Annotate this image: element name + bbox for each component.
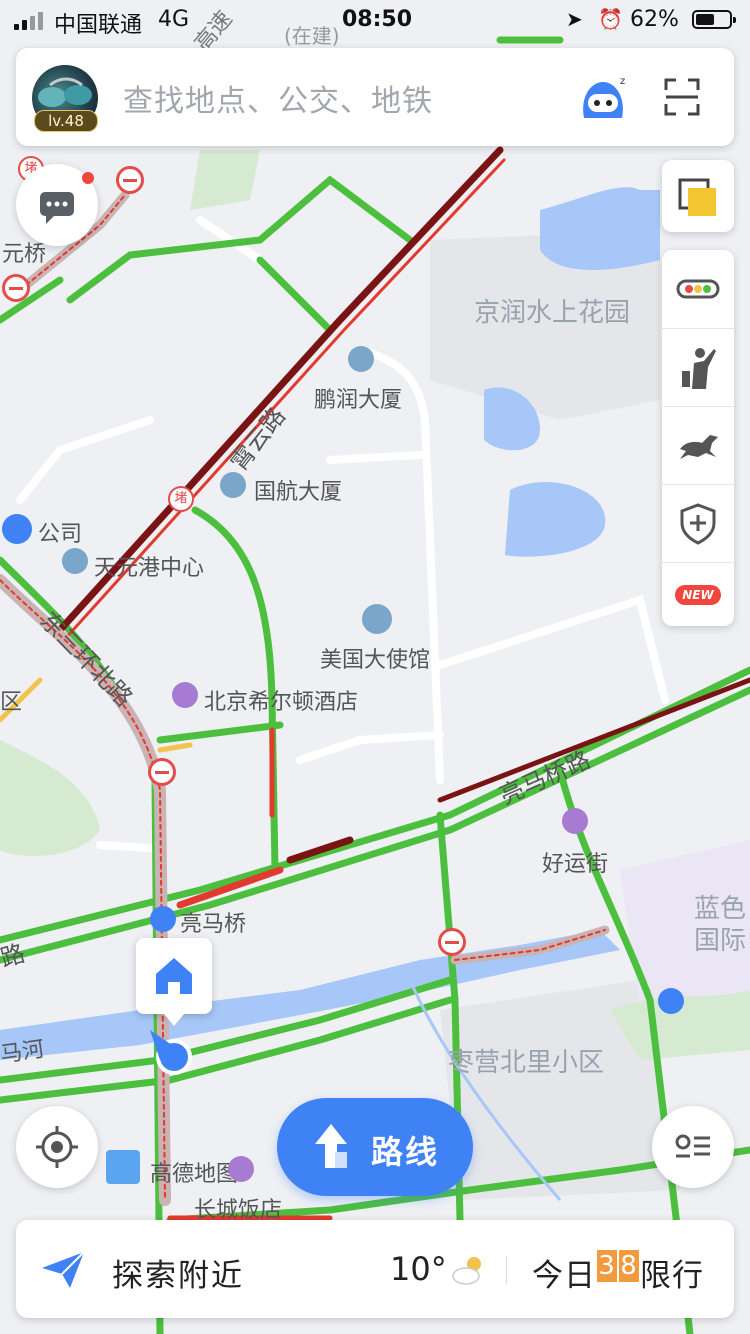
- battery-percent: 62%: [630, 7, 679, 32]
- amap-logo-icon[interactable]: [106, 1150, 140, 1184]
- network-type: 4G: [158, 7, 190, 32]
- locate-button[interactable]: [16, 1106, 98, 1188]
- search-input[interactable]: 查找地点、公交、地铁: [123, 76, 433, 120]
- partly-cloudy-icon: [452, 1257, 481, 1285]
- status-bar: 中国联通 4G 08:50 ➤ ⏰ 62%: [0, 0, 750, 40]
- poi-label[interactable]: 美国大使馆: [320, 642, 430, 674]
- temperature[interactable]: 10°: [390, 1250, 447, 1288]
- restriction-prefix: 今日: [532, 1258, 596, 1294]
- road-closed-icon[interactable]: [438, 928, 466, 956]
- restriction-suffix: 限行: [640, 1258, 704, 1294]
- battery-icon: [692, 10, 736, 29]
- river-label: 马河: [0, 1037, 46, 1068]
- search-bar[interactable]: lv.48 查找地点、公交、地铁 z: [16, 48, 734, 146]
- hail-taxi-icon: [682, 348, 716, 389]
- robot-assistant-icon[interactable]: z: [576, 74, 630, 122]
- poi-label[interactable]: 天元港中心: [94, 550, 204, 582]
- poi-label[interactable]: 好运街: [542, 846, 608, 878]
- signal-icon: [14, 12, 46, 30]
- poi-label[interactable]: 国航大厦: [254, 474, 342, 506]
- home-shortcut[interactable]: [136, 938, 212, 1026]
- traffic-light-icon: [676, 279, 720, 299]
- alarm-icon: ⏰: [598, 7, 623, 31]
- building-icon[interactable]: [220, 472, 246, 498]
- notification-dot: [82, 172, 94, 184]
- poi-label[interactable]: 亮马桥: [180, 906, 246, 938]
- map-tools-panel: NEW: [662, 250, 734, 626]
- new-badge[interactable]: NEW: [675, 585, 721, 605]
- home-icon: [156, 958, 192, 994]
- clock: 08:50: [342, 7, 413, 32]
- restriction-digit: 8: [619, 1250, 639, 1282]
- restriction-digit: 3: [597, 1250, 617, 1282]
- area-label: 京润水上花园: [474, 298, 631, 328]
- road-closed-icon[interactable]: [2, 274, 30, 302]
- message-button[interactable]: [16, 164, 98, 246]
- carrier: 中国联通: [54, 13, 143, 38]
- svg-text:z: z: [620, 76, 625, 87]
- location-arrow-icon: ➤: [566, 7, 583, 31]
- subway-icon[interactable]: [150, 906, 176, 932]
- shield-plus-icon: [680, 503, 716, 545]
- hotel-icon[interactable]: [172, 682, 198, 708]
- level-badge: lv.48: [34, 110, 98, 132]
- divider: [506, 1256, 507, 1284]
- briefcase-icon[interactable]: [2, 514, 32, 544]
- explore-arrow-icon[interactable]: [40, 1250, 86, 1290]
- route-button[interactable]: 路线: [277, 1098, 473, 1196]
- subway-icon[interactable]: [658, 988, 684, 1014]
- pin-list-icon: [675, 1134, 710, 1158]
- hotel-icon[interactable]: [228, 1156, 254, 1182]
- shop-icon[interactable]: [562, 808, 588, 834]
- galloping-horse-button[interactable]: [662, 406, 734, 485]
- bottom-bar: 探索附近 10° 今日3 8限行: [16, 1220, 734, 1318]
- road-label: 区: [0, 690, 23, 715]
- area-label: 枣营北里小区: [448, 1048, 605, 1078]
- saved-places-button[interactable]: [652, 1106, 734, 1188]
- route-label: 路线: [371, 1133, 440, 1171]
- poi-label[interactable]: 鹏润大厦: [314, 382, 402, 414]
- safety-button[interactable]: [662, 484, 734, 563]
- galloping-horse-icon: [680, 435, 718, 459]
- jam-icon[interactable]: 堵: [168, 486, 194, 512]
- explore-nearby-button[interactable]: 探索附近: [112, 1250, 244, 1295]
- hail-taxi-button[interactable]: [662, 328, 734, 407]
- poi-label[interactable]: 北京希尔顿酒店: [204, 684, 358, 716]
- star-icon[interactable]: [362, 604, 392, 634]
- building-icon[interactable]: [62, 548, 88, 574]
- road-closed-icon[interactable]: [148, 758, 176, 786]
- poi-label[interactable]: 高德地图: [150, 1156, 238, 1188]
- locate-icon: [36, 1126, 78, 1168]
- traffic-button[interactable]: [662, 250, 734, 329]
- traffic-restriction[interactable]: 今日3 8限行: [532, 1250, 704, 1295]
- route-arrow-icon: [315, 1124, 347, 1168]
- poi-label[interactable]: 公司: [38, 516, 82, 548]
- road-closed-icon[interactable]: [116, 166, 144, 194]
- area-label: 国际: [694, 926, 747, 956]
- layers-icon: [678, 178, 716, 216]
- scan-icon[interactable]: [664, 78, 700, 116]
- layers-button[interactable]: [662, 160, 734, 232]
- building-icon[interactable]: [348, 346, 374, 372]
